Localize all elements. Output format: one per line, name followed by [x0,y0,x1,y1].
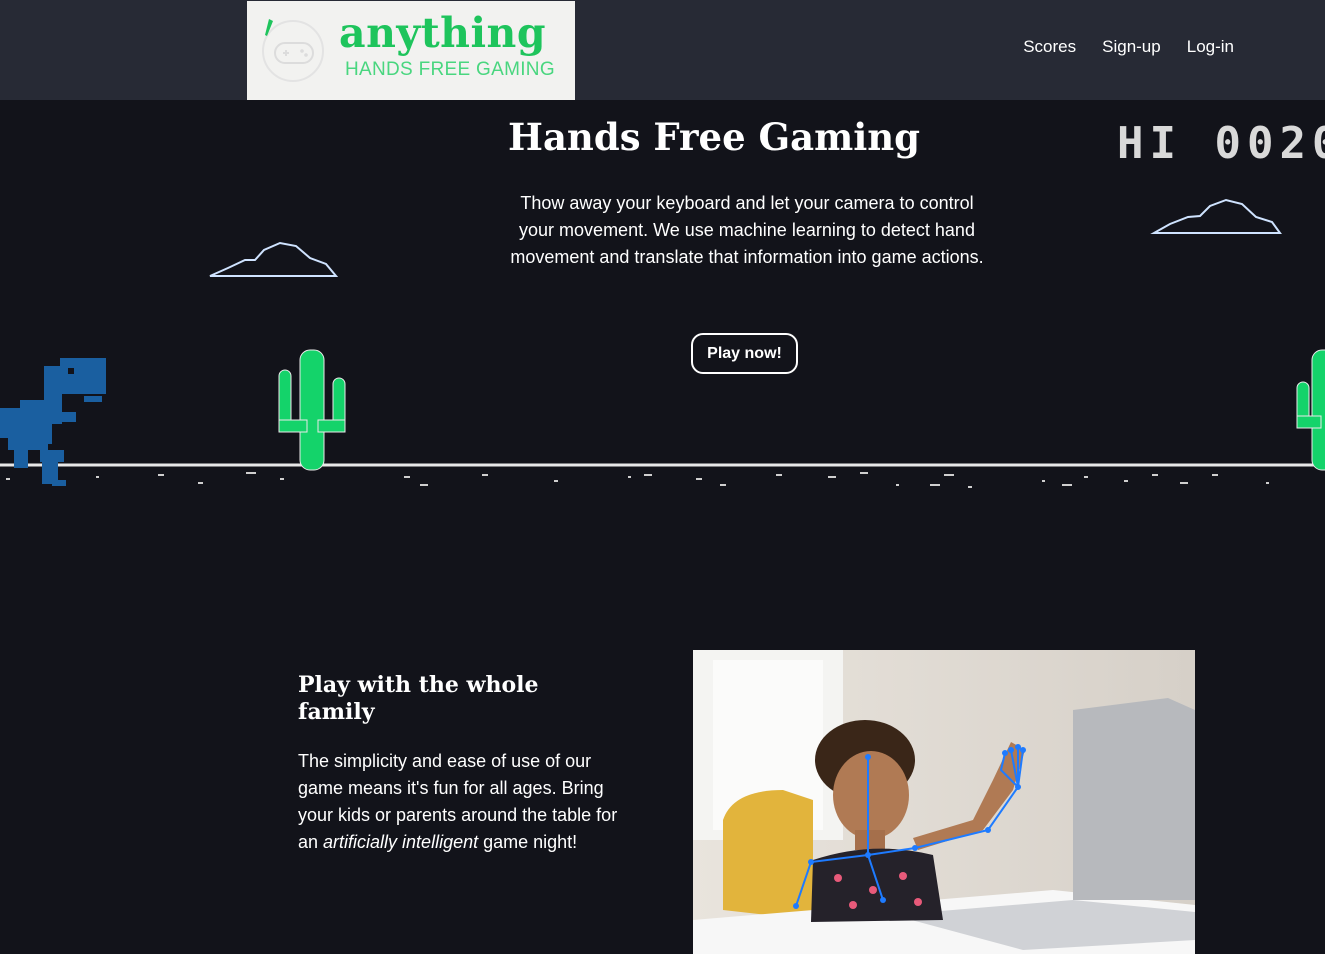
family-text-emphasis: artificially intelligent [323,832,479,852]
cactus-icon [278,349,346,471]
ground-dots [6,472,1269,488]
child-pose-photo [693,650,1195,954]
navbar: anything HANDS FREE GAMING Scores Sign-u… [0,0,1325,100]
hi-score: HI 0020 [1117,118,1325,169]
cloud-right-icon [1150,198,1282,234]
dino-icon [0,358,106,486]
nav-link-scores[interactable]: Scores [1023,37,1076,57]
cloud-left-icon [209,241,339,277]
nav-link-login[interactable]: Log-in [1187,37,1234,57]
family-text-outro: game night! [478,832,578,852]
gamepad-icon [262,19,324,82]
family-section-text: The simplicity and ease of use of our ga… [298,748,638,856]
brand-logo[interactable]: anything HANDS FREE GAMING [247,1,575,100]
brand-tagline: HANDS FREE GAMING [345,59,555,80]
family-section-title: Play with the whole family [298,672,539,725]
cactus-right-icon [1296,349,1325,471]
hero-title: Hands Free Gaming [508,115,921,159]
nav-link-signup[interactable]: Sign-up [1102,37,1161,57]
nav-menu: Scores Sign-up Log-in [1023,37,1234,57]
brand-name: anything [339,9,546,57]
hero-description: Thow away your keyboard and let your cam… [510,193,984,267]
play-now-button[interactable]: Play now! [691,333,798,374]
